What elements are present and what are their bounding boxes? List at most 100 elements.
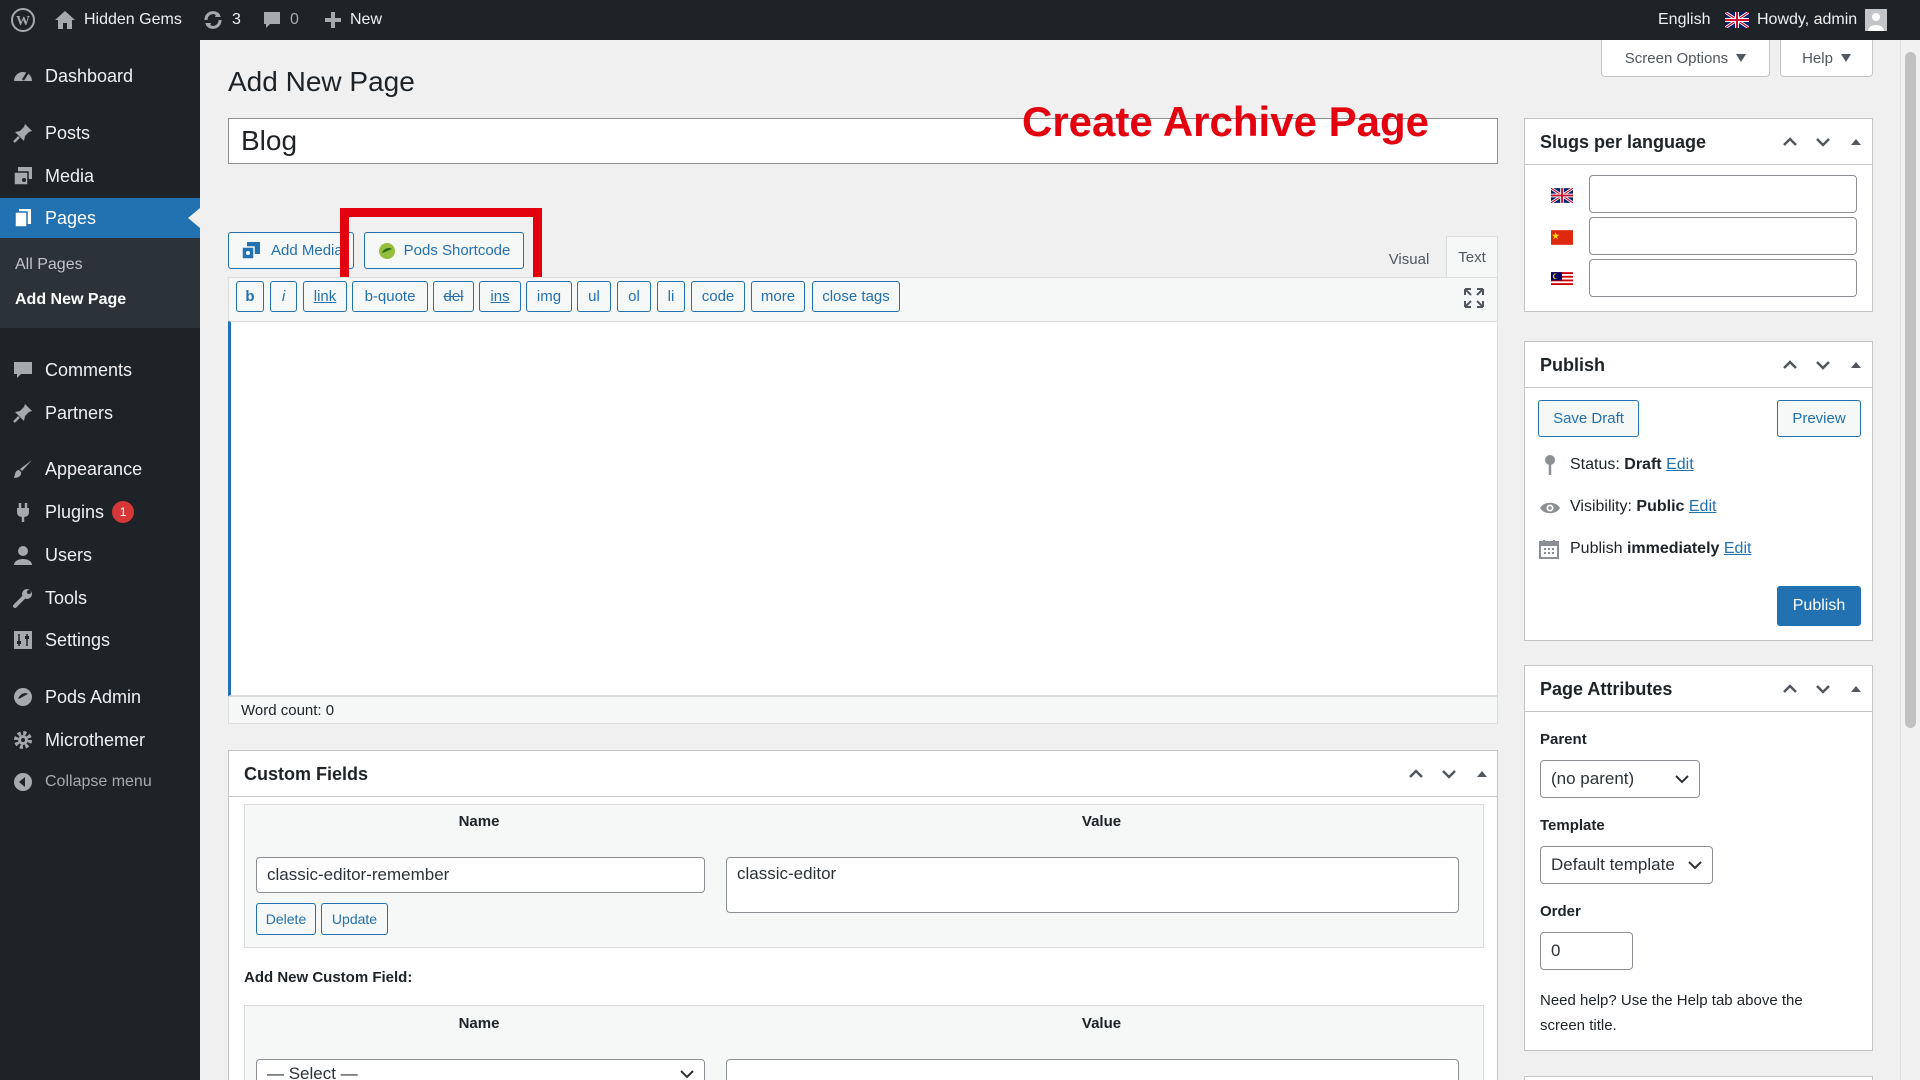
move-up-icon[interactable] (1783, 682, 1797, 696)
pin-icon (1545, 455, 1555, 475)
chevron-down-icon (680, 1070, 694, 1079)
submenu-all-pages[interactable]: All Pages (15, 256, 83, 274)
slug-input-chinese[interactable] (1589, 217, 1857, 255)
sidebar-item-dashboard[interactable]: Dashboard (0, 56, 200, 96)
current-menu-arrow (188, 208, 200, 228)
quicktag-bold-button[interactable]: b (236, 281, 264, 312)
content-textarea[interactable] (228, 321, 1498, 696)
quicktag-bquote-button[interactable]: b-quote (352, 281, 428, 312)
sidebar-item-partners[interactable]: Partners (0, 393, 200, 433)
edit-publish-date-link[interactable]: Edit (1724, 540, 1752, 557)
quicktag-close-tags-button[interactable]: close tags (812, 281, 900, 312)
sidebar-item-label: Posts (45, 122, 91, 143)
collapse-menu-button[interactable]: Collapse menu (0, 762, 200, 802)
language-switcher[interactable]: English (1658, 0, 1710, 40)
order-value: 0 (1551, 941, 1561, 960)
quicktag-ul-button[interactable]: ul (577, 281, 611, 312)
new-content-link[interactable]: New (324, 0, 382, 40)
sidebar-item-comments[interactable]: Comments (0, 350, 200, 390)
sidebar-item-settings[interactable]: Settings (0, 620, 200, 660)
custom-field-key-select[interactable]: — Select — (256, 1059, 705, 1080)
slug-input-english[interactable] (1589, 175, 1857, 213)
help-label: Help (1802, 49, 1833, 67)
custom-field-value-textarea[interactable]: classic-editor (726, 857, 1459, 913)
move-up-icon[interactable] (1409, 767, 1423, 781)
updates-link[interactable]: 3 (202, 0, 241, 40)
move-up-icon[interactable] (1783, 135, 1797, 149)
edit-visibility-link[interactable]: Edit (1689, 498, 1717, 515)
sidebar-item-tools[interactable]: Tools (0, 578, 200, 618)
account-menu[interactable]: Howdy, admin (1757, 0, 1888, 40)
eye-icon (1540, 502, 1560, 514)
slug-input-malay[interactable] (1589, 259, 1857, 297)
annotation-caption: Create Archive Page (1022, 98, 1429, 145)
collapse-panel-icon[interactable] (1849, 135, 1863, 149)
sidebar-item-label: Microthemer (45, 729, 146, 750)
chevron-down-icon (1688, 861, 1702, 870)
quicktag-ins-button[interactable]: ins (479, 281, 521, 312)
comments-link[interactable]: 0 (262, 0, 299, 40)
admin-sidebar: Dashboard Posts Media Pages All Pages Ad… (0, 40, 200, 1080)
add-media-button[interactable]: Add Media (228, 232, 354, 269)
fullscreen-icon[interactable] (1463, 287, 1485, 309)
sidebar-item-posts[interactable]: Posts (0, 113, 200, 153)
tab-visual[interactable]: Visual (1378, 240, 1440, 278)
quicktag-del-button[interactable]: del (433, 281, 474, 312)
sidebar-item-media[interactable]: Media (0, 156, 200, 196)
sidebar-item-pods-admin[interactable]: Pods Admin (0, 677, 200, 717)
sidebar-item-pages[interactable]: Pages (0, 198, 200, 238)
column-header-name: Name (458, 813, 500, 830)
pushpin-icon (11, 121, 35, 145)
custom-field-name-input[interactable]: classic-editor-remember (256, 857, 705, 893)
sidebar-item-label: Dashboard (45, 65, 134, 86)
order-input[interactable]: 0 (1540, 932, 1633, 970)
move-down-icon[interactable] (1442, 767, 1456, 781)
sidebar-item-plugins[interactable]: Plugins 1 (0, 492, 200, 532)
annotation-highlight-box (340, 208, 542, 288)
update-custom-field-button[interactable]: Update (321, 903, 388, 935)
vertical-scrollbar[interactable] (1900, 40, 1920, 1080)
admin-bar: W Hidden Gems 3 0 New English Howdy, adm… (0, 0, 1920, 40)
template-select[interactable]: Default template (1540, 846, 1713, 884)
save-draft-button[interactable]: Save Draft (1538, 400, 1639, 437)
quicktag-li-button[interactable]: li (657, 281, 685, 312)
collapse-panel-icon[interactable] (1849, 682, 1863, 696)
scrollbar-thumb[interactable] (1905, 52, 1916, 728)
site-name-link[interactable]: Hidden Gems (54, 0, 182, 40)
submenu-add-new-page[interactable]: Add New Page (15, 291, 126, 309)
collapse-panel-icon[interactable] (1475, 767, 1489, 781)
edit-status-link[interactable]: Edit (1666, 456, 1694, 473)
pods-logo-icon (11, 685, 35, 709)
collapse-panel-icon[interactable] (1849, 358, 1863, 372)
wordpress-logo-icon[interactable]: W (10, 0, 36, 40)
parent-select[interactable]: (no parent) (1540, 760, 1700, 798)
sidebar-item-microthemer[interactable]: Microthemer (0, 720, 200, 760)
quicktag-code-button[interactable]: code (691, 281, 745, 312)
quicktag-link-button[interactable]: link (303, 281, 347, 312)
dashboard-gauge-icon (11, 64, 35, 88)
quicktag-more-button[interactable]: more (751, 281, 805, 312)
order-label: Order (1540, 903, 1581, 920)
help-button[interactable]: Help (1780, 40, 1873, 77)
plus-icon (325, 12, 341, 28)
move-down-icon[interactable] (1816, 135, 1830, 149)
new-custom-field-value-textarea[interactable] (726, 1059, 1459, 1080)
preview-button[interactable]: Preview (1777, 400, 1861, 437)
move-down-icon[interactable] (1816, 682, 1830, 696)
calendar-icon (1539, 540, 1559, 559)
move-up-icon[interactable] (1783, 358, 1797, 372)
publish-schedule-row: Publish immediately Edit (1570, 540, 1751, 558)
quicktag-ol-button[interactable]: ol (617, 281, 651, 312)
tab-text[interactable]: Text (1446, 236, 1498, 278)
publish-title: Publish (1540, 355, 1606, 375)
sidebar-item-users[interactable]: Users (0, 535, 200, 575)
quicktag-img-button[interactable]: img (526, 281, 572, 312)
delete-custom-field-button[interactable]: Delete (256, 903, 316, 935)
screen-options-button[interactable]: Screen Options (1601, 40, 1770, 77)
publish-button[interactable]: Publish (1777, 586, 1861, 626)
quicktag-italic-button[interactable]: i (270, 281, 297, 312)
move-down-icon[interactable] (1816, 358, 1830, 372)
sidebar-item-appearance[interactable]: Appearance (0, 449, 200, 489)
chevron-down-icon (1675, 775, 1689, 784)
sidebar-item-label: Media (45, 165, 95, 186)
